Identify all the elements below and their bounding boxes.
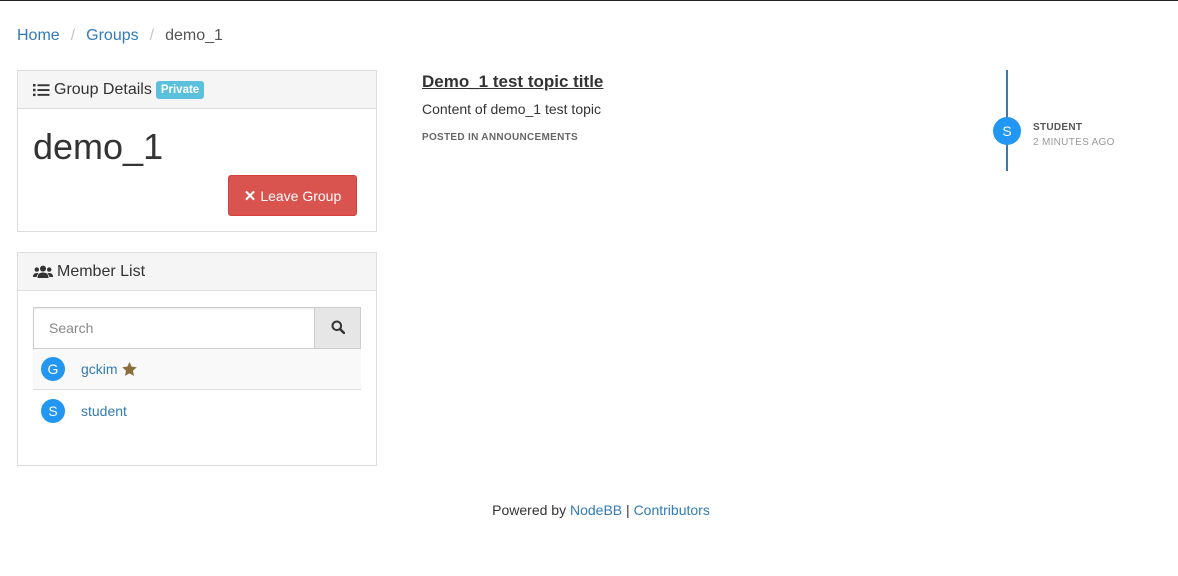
group-details-panel: Group Details Private demo_1 ✕ Leave Gro… xyxy=(17,70,377,232)
avatar[interactable]: S xyxy=(993,117,1021,145)
member-search-input[interactable] xyxy=(33,307,314,349)
contributors-link[interactable]: Contributors xyxy=(634,502,710,518)
topic-content: Content of demo_1 test topic xyxy=(422,101,601,117)
post-timestamp: 2 MINUTES AGO xyxy=(1033,137,1115,148)
private-badge: Private xyxy=(155,80,205,99)
topic-title[interactable]: Demo_1 test topic title xyxy=(422,72,603,92)
leave-group-button[interactable]: ✕ Leave Group xyxy=(228,175,357,216)
group-name: demo_1 xyxy=(33,126,164,167)
footer-separator: | xyxy=(626,502,630,518)
breadcrumb-current: demo_1 xyxy=(165,27,223,44)
search-icon xyxy=(331,320,345,337)
breadcrumb: Home / Groups / demo_1 xyxy=(17,27,223,45)
member-name-gckim[interactable]: gckim xyxy=(81,361,118,377)
leave-group-label: Leave Group xyxy=(260,187,342,204)
member-search xyxy=(33,307,361,349)
star-icon xyxy=(121,362,137,376)
group-details-title: Group Details xyxy=(54,80,152,98)
users-icon xyxy=(33,265,53,279)
avatar[interactable]: S xyxy=(41,398,65,423)
member-list-title: Member List xyxy=(57,262,146,280)
close-icon: ✕ xyxy=(243,187,257,205)
member-list-panel: Member List G gckim S student xyxy=(17,252,377,466)
topic-post: Demo_1 test topic title Content of demo_… xyxy=(422,72,603,143)
breadcrumb-separator: / xyxy=(149,27,155,44)
member-name-student[interactable]: student xyxy=(81,403,127,419)
list-icon xyxy=(33,83,50,97)
member-row-student: S student xyxy=(33,390,361,431)
top-border xyxy=(0,0,1178,1)
member-list-heading: Member List xyxy=(18,253,376,291)
footer: Powered by NodeBB | Contributors xyxy=(0,502,1178,518)
breadcrumb-groups[interactable]: Groups xyxy=(86,27,138,45)
nodebb-link[interactable]: NodeBB xyxy=(570,502,622,518)
breadcrumb-separator: / xyxy=(70,27,76,44)
topic-category[interactable]: POSTED IN ANNOUNCEMENTS xyxy=(422,132,603,143)
member-search-button[interactable] xyxy=(314,307,361,349)
post-author[interactable]: STUDENT xyxy=(1033,122,1082,133)
member-list: G gckim S student xyxy=(33,349,361,431)
breadcrumb-home[interactable]: Home xyxy=(17,27,60,45)
avatar[interactable]: G xyxy=(41,357,65,381)
footer-prefix: Powered by xyxy=(492,502,567,518)
group-details-heading: Group Details Private xyxy=(18,71,376,109)
member-row-gckim: G gckim xyxy=(33,349,361,390)
